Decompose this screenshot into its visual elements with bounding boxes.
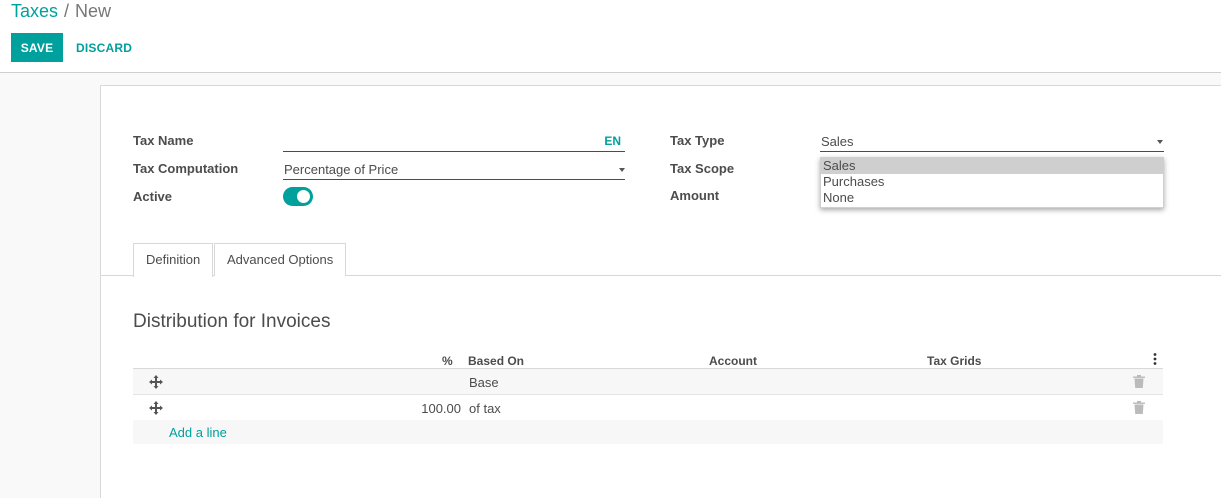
breadcrumb: Taxes / New [11, 1, 111, 21]
tax-scope-label: Tax Scope [670, 161, 735, 176]
column-header-based-on[interactable]: Based On [468, 354, 524, 368]
move-handle-icon[interactable] [149, 375, 163, 389]
tax-computation-label: Tax Computation [133, 161, 239, 176]
tax-type-option-sales[interactable]: Sales [821, 158, 1163, 174]
tax-type-value: Sales [821, 134, 854, 149]
save-button[interactable]: SAVE [11, 33, 63, 62]
trash-icon[interactable] [1133, 375, 1145, 388]
row-based-on: Base [469, 375, 499, 390]
tax-type-dropdown: Sales Purchases None [820, 157, 1164, 208]
column-header-percent[interactable]: % [442, 354, 453, 368]
row-based-on: of tax [469, 401, 501, 416]
tab-advanced-options[interactable]: Advanced Options [214, 243, 347, 276]
tax-name-label: Tax Name [133, 133, 194, 148]
table-row[interactable]: Base [133, 369, 1163, 395]
caret-down-icon [1157, 140, 1163, 144]
column-header-tax-grids[interactable]: Tax Grids [927, 354, 981, 368]
trash-icon[interactable] [1133, 401, 1145, 414]
discard-button[interactable]: DISCARD [68, 33, 140, 62]
breadcrumb-taxes-link[interactable]: Taxes [11, 1, 58, 21]
tax-computation-select[interactable]: Percentage of Price [283, 158, 625, 180]
tax-type-option-purchases[interactable]: Purchases [821, 174, 1163, 190]
distribution-title: Distribution for Invoices [133, 311, 331, 332]
move-handle-icon[interactable] [149, 401, 163, 415]
column-header-account[interactable]: Account [709, 354, 757, 368]
tax-type-label: Tax Type [670, 133, 725, 148]
language-en-button[interactable]: EN [604, 134, 621, 148]
breadcrumb-separator: / [64, 1, 70, 21]
control-panel: Taxes / New SAVE DISCARD [0, 0, 1221, 73]
toggle-knob [297, 190, 310, 203]
caret-down-icon [619, 168, 625, 172]
tax-type-option-none[interactable]: None [821, 190, 1163, 206]
active-label: Active [133, 189, 173, 204]
kebab-menu-icon[interactable] [1153, 353, 1157, 365]
tax-computation-value: Percentage of Price [284, 162, 399, 177]
row-percent: 100.00 [421, 401, 461, 416]
tab-definition[interactable]: Definition [133, 243, 214, 277]
tax-type-select[interactable]: Sales [820, 130, 1164, 152]
form-sheet: Tax Name EN Tax Computation Percentage o… [100, 85, 1221, 498]
tax-name-input[interactable]: EN [283, 130, 625, 152]
breadcrumb-current: New [75, 1, 112, 21]
table-row[interactable]: 100.00 of tax [133, 395, 1163, 421]
add-line-row: Add a line [133, 420, 1163, 444]
table-header: % Based On Account Tax Grids [133, 345, 1163, 369]
active-toggle[interactable] [283, 187, 313, 206]
add-line-link[interactable]: Add a line [169, 425, 227, 440]
amount-label: Amount [670, 188, 720, 203]
